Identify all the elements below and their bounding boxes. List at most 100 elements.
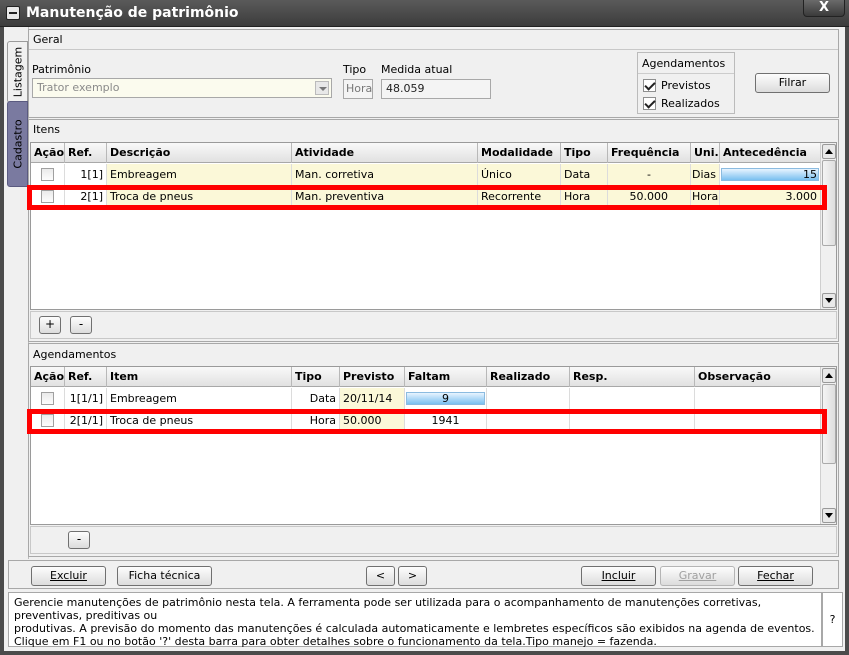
add-item-button[interactable]: + [39,316,61,334]
gravar-label: Gravar [678,569,717,582]
row-previsto[interactable]: 50.000 [340,410,405,432]
row-observacao[interactable] [695,388,821,410]
incluir-button[interactable]: Incluir [581,566,656,586]
row-observacao[interactable] [695,410,821,432]
chevron-down-icon[interactable] [315,81,329,95]
row-antecedencia[interactable]: 3.000 [720,186,821,208]
items-scrollbar[interactable] [820,143,836,309]
row-uni[interactable]: Hora [691,186,720,208]
window-menu-icon[interactable] [6,6,20,20]
schedules-toolbar: - [30,526,837,554]
row-faltam: 9 [442,392,449,405]
col-acao[interactable]: Ação [31,367,65,387]
row-action-cell [31,164,65,186]
row-select-checkbox[interactable] [41,190,54,203]
title-bar: Manutenção de patrimônio X [0,0,849,27]
scroll-down-icon[interactable] [822,293,836,308]
previous-button[interactable]: < [366,566,395,586]
row-faltam-cell: 9 [405,388,487,410]
col-frequencia[interactable]: Frequência [608,143,691,163]
row-frequencia[interactable]: - [608,164,691,186]
fechar-label: Fechar [757,569,794,582]
col-ref[interactable]: Ref. [65,143,107,163]
status-line-3: Clique em F1 ou no botão '?' desta barra… [14,635,657,648]
window-title: Manutenção de patrimônio [26,5,239,21]
filter-button[interactable]: Filrar [755,73,830,93]
items-section-label: Itens [33,123,61,136]
row-resp[interactable] [570,410,695,432]
row-realizado[interactable] [487,410,570,432]
col-modalidade[interactable]: Modalidade [478,143,561,163]
col-tipo[interactable]: Tipo [561,143,608,163]
fechar-button[interactable]: Fechar [738,566,813,586]
gravar-button[interactable]: Gravar [660,566,735,586]
help-button[interactable]: ? [822,592,843,647]
row-tipo[interactable]: Hora [561,186,608,208]
row-tipo[interactable]: Data [561,164,608,186]
row-atividade[interactable]: Man. corretiva [292,164,478,186]
row-resp[interactable] [570,388,695,410]
col-ref[interactable]: Ref. [65,367,107,387]
col-realizado[interactable]: Realizado [487,367,570,387]
row-action-cell [31,410,65,432]
row-realizado[interactable] [487,388,570,410]
row-atividade[interactable]: Man. preventiva [292,186,478,208]
patrimonio-value: Trator exemplo [37,81,120,94]
tab-listagem[interactable]: Listagem [7,41,28,103]
status-line-1: Gerencie manutenções de patrimônio nesta… [14,596,762,622]
scroll-up-icon[interactable] [822,144,836,159]
col-acao[interactable]: Ação [31,143,65,163]
general-panel: Geral Patrimônio Trator exemplo Tipo Hor… [28,29,839,118]
table-row[interactable]: 2[1/1] Troca de pneus Hora 50.000 1941 [31,410,821,432]
scroll-up-icon[interactable] [822,368,836,383]
col-antecedencia[interactable]: Antecedência [720,143,821,163]
row-select-checkbox[interactable] [41,414,54,427]
col-item[interactable]: Item [107,367,292,387]
footer-toolbar: Excluir Ficha técnica < > Incluir Gravar… [8,560,839,589]
col-previsto[interactable]: Previsto [340,367,405,387]
schedules-section-label: Agendamentos [33,348,117,361]
next-button[interactable]: > [398,566,427,586]
remove-item-button[interactable]: - [70,316,92,334]
row-modalidade[interactable]: Recorrente [478,186,561,208]
col-uni[interactable]: Uni. [691,143,720,163]
row-action-cell [31,186,65,208]
row-modalidade[interactable]: Único [478,164,561,186]
excluir-button[interactable]: Excluir [31,566,106,586]
items-table: Ação Ref. Descrição Atividade Modalidade… [30,142,837,310]
ficha-tecnica-button[interactable]: Ficha técnica [117,566,212,586]
col-tipo[interactable]: Tipo [292,367,340,387]
row-uni[interactable]: Dias [691,164,720,186]
previstos-checkbox[interactable] [643,79,656,92]
row-frequencia[interactable]: 50.000 [608,186,691,208]
row-descricao[interactable]: Embreagem [107,164,292,186]
close-button[interactable]: X [803,0,845,17]
col-resp[interactable]: Resp. [570,367,695,387]
row-select-checkbox[interactable] [41,392,54,405]
scroll-thumb[interactable] [822,384,836,464]
row-antecedencia-cell[interactable]: 15 [720,164,821,186]
row-previsto[interactable]: 20/11/14 [340,388,405,410]
row-select-checkbox[interactable] [41,168,54,181]
row-ref: 2[1] [65,186,107,208]
col-atividade[interactable]: Atividade [292,143,478,163]
remove-schedule-button[interactable]: - [68,531,90,549]
tab-cadastro[interactable]: Cadastro [7,101,28,187]
scroll-thumb[interactable] [822,160,836,246]
col-descricao[interactable]: Descrição [107,143,292,163]
row-faltam: 1941 [405,410,487,432]
row-item: Embreagem [107,388,292,410]
table-row[interactable]: 2[1] Troca de pneus Man. preventiva Reco… [31,186,821,208]
scroll-down-icon[interactable] [822,508,836,523]
realizados-checkbox[interactable] [643,97,656,110]
schedules-scrollbar[interactable] [820,367,836,524]
status-line-2: produtivas. A previsão do momento das ma… [14,622,815,635]
row-descricao[interactable]: Troca de pneus [107,186,292,208]
col-faltam[interactable]: Faltam [405,367,487,387]
col-observacao[interactable]: Observação [695,367,821,387]
table-row[interactable]: 1[1/1] Embreagem Data 20/11/14 9 [31,388,821,410]
patrimonio-combo[interactable]: Trator exemplo [32,78,332,98]
schedules-table: Ação Ref. Item Tipo Previsto Faltam Real… [30,366,837,525]
table-row[interactable]: 1[1] Embreagem Man. corretiva Único Data… [31,164,821,186]
tab-cadastro-label: Cadastro [11,119,24,169]
